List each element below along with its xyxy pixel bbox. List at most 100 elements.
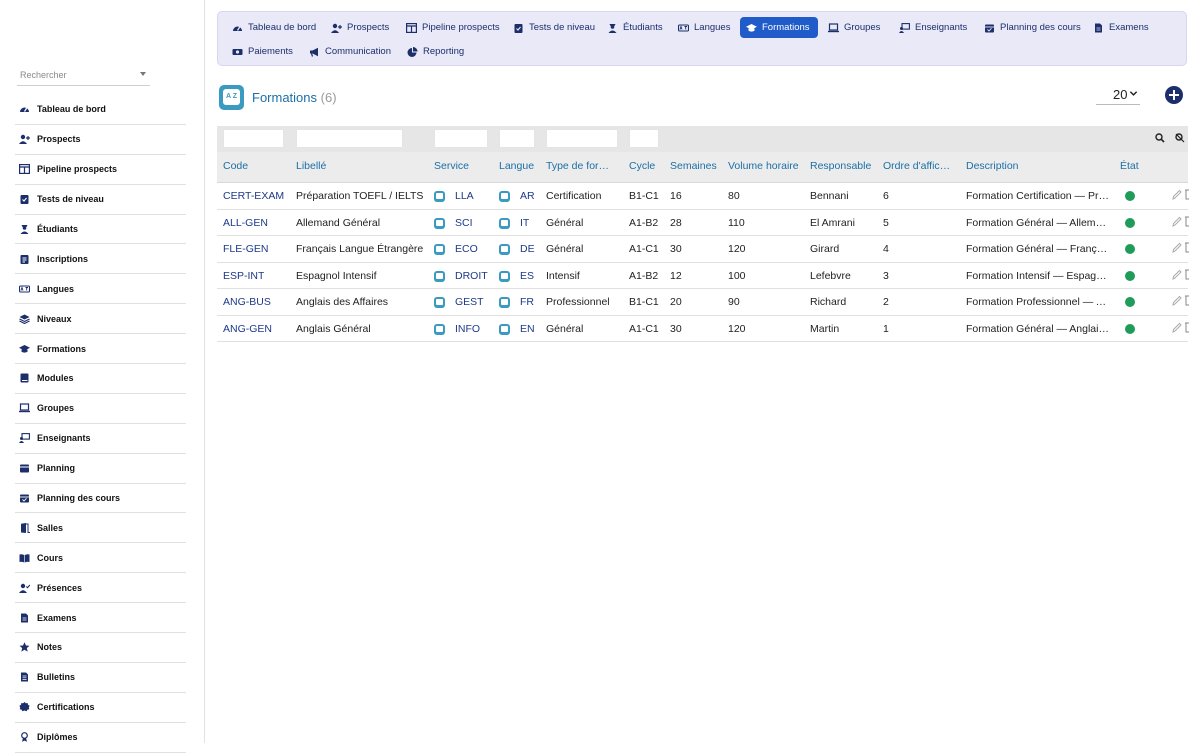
sidebar-item-label: Tests de niveau (37, 194, 104, 205)
column-header[interactable]: Cycle (629, 160, 655, 172)
sidebar-item-niveaux[interactable]: Niveaux (15, 304, 186, 335)
sidebar-item-modules[interactable]: Modules (15, 364, 186, 394)
sidebar-item-prospects[interactable]: Prospects (15, 125, 186, 155)
nav-tab-etudiants[interactable]: Étudiants (601, 17, 671, 38)
cell-langue: IT (520, 216, 530, 229)
cell-description: Formation Professionnel — Anglais des Af… (966, 296, 1109, 308)
column-filter-input[interactable] (223, 129, 284, 148)
sidebar-item-langues[interactable]: Langues (15, 274, 186, 305)
cell-langue: FR (520, 296, 534, 308)
delete-icon[interactable] (1184, 216, 1190, 227)
sidebar-item-bulletins[interactable]: Bulletins (15, 663, 186, 693)
sidebar-item-label: Examens (37, 612, 77, 623)
column-header[interactable]: Langue (499, 160, 534, 172)
column-filter-input[interactable] (546, 129, 618, 148)
edit-icon[interactable] (1172, 242, 1182, 253)
edit-icon[interactable] (1172, 189, 1182, 200)
sidebar-item-diplomes[interactable]: Diplômes (15, 723, 186, 753)
cell-code: ESP-INT (223, 269, 265, 282)
column-header[interactable]: Description (966, 160, 1019, 172)
delete-icon[interactable] (1184, 269, 1190, 280)
column-header[interactable]: Service (434, 160, 469, 172)
column-filter-input[interactable] (434, 129, 488, 148)
table-row[interactable]: ALL-GEN Allemand Général SCI IT Général A1-B2… (217, 209, 1190, 236)
column-header[interactable]: Libellé (296, 160, 326, 172)
nav-tab-langues[interactable]: Langues (672, 17, 738, 38)
sidebar-item-enseignants[interactable]: Enseignants (15, 424, 186, 454)
table-row[interactable]: FLE-GEN Français Langue Étrangère ECO DE Gén… (217, 236, 1190, 263)
delete-icon[interactable] (1184, 242, 1190, 253)
status-active-dot (1125, 297, 1135, 307)
table-row[interactable]: ESP-INT Espagnol Intensif DROIT ES Intensif A… (217, 262, 1190, 289)
edit-icon[interactable] (1172, 216, 1182, 227)
sidebar-search-select[interactable]: Rechercher (17, 66, 150, 86)
nav-tab-label: Tests de niveau (529, 22, 596, 33)
cell-libelle: Préparation TOEFL / IELTS (296, 190, 424, 202)
column-filter-input[interactable] (629, 129, 659, 148)
sidebar-item-formations[interactable]: Formations (15, 334, 186, 365)
column-header[interactable]: Code (223, 160, 248, 172)
nav-tab-tests-de-niveau[interactable]: Tests de niveau (507, 17, 603, 38)
cell-service: DROIT (455, 269, 488, 282)
column-header[interactable]: Responsable (810, 160, 871, 172)
sidebar-item-tableau-de-bord[interactable]: Tableau de bord (15, 95, 186, 125)
sidebar-item-cours[interactable]: Cours (15, 543, 186, 574)
nav-tab-prospects[interactable]: Prospects (325, 17, 397, 38)
cell-responsable: Girard (810, 243, 840, 255)
clear-search-icon[interactable] (1175, 133, 1185, 143)
sidebar-item-examens[interactable]: Examens (15, 603, 186, 634)
cell-type: Certification (546, 190, 602, 202)
sidebar-item-tests-de-niveau[interactable]: Tests de niveau (15, 185, 186, 215)
delete-icon[interactable] (1184, 322, 1190, 333)
edit-icon[interactable] (1172, 269, 1182, 280)
edit-icon[interactable] (1172, 322, 1182, 333)
sidebar-item-etudiants[interactable]: Étudiants (15, 215, 186, 245)
sidebar-item-pipeline-prospects[interactable]: Pipeline prospects (15, 155, 186, 185)
nav-tab-tableau-de-bord[interactable]: Tableau de bord (226, 17, 324, 38)
table-row[interactable]: ANG-GEN Anglais Général INFO EN Général A1-C1… (217, 315, 1190, 342)
add-record-button[interactable] (1165, 86, 1183, 104)
nav-tab-planning-des-cours[interactable]: Planning des cours (978, 17, 1089, 38)
column-header[interactable]: Volume horaire (728, 160, 799, 172)
nav-tab-formations[interactable]: Formations (740, 17, 818, 38)
open-book-icon (19, 553, 30, 563)
column-header[interactable]: Type de for… (546, 160, 609, 172)
nav-tab-examens[interactable]: Examens (1087, 17, 1157, 38)
user-plus-icon (331, 23, 342, 33)
megaphone-icon (309, 47, 320, 57)
nav-tab-communication[interactable]: Communication (303, 41, 399, 62)
table-row[interactable]: ANG-BUS Anglais des Affaires GEST FR Profess… (217, 289, 1190, 316)
page-size-select[interactable]: 20 (1096, 86, 1140, 105)
column-header[interactable]: État (1120, 160, 1139, 172)
delete-icon[interactable] (1184, 295, 1190, 306)
nav-tab-reporting[interactable]: Reporting (401, 41, 472, 62)
column-filter-input[interactable] (296, 129, 403, 148)
search-icon[interactable] (1155, 133, 1165, 143)
language-badge-icon (499, 297, 510, 308)
nav-tab-enseignants[interactable]: Enseignants (893, 17, 975, 38)
sidebar-item-notes[interactable]: Notes (15, 633, 186, 663)
sidebar-item-planning[interactable]: Planning (15, 454, 186, 484)
sidebar-item-groupes[interactable]: Groupes (15, 394, 186, 424)
record-count: (6) (320, 90, 337, 105)
sidebar-item-planning-des-cours[interactable]: Planning des cours (15, 484, 186, 514)
column-filter-input[interactable] (499, 129, 535, 148)
sidebar-item-label: Planning (37, 463, 75, 474)
table-row[interactable]: CERT-EXAM Préparation TOEFL / IELTS LLA AR C… (217, 183, 1190, 210)
sidebar-item-presences[interactable]: Présences (15, 573, 186, 604)
sidebar-item-inscriptions[interactable]: Inscriptions (15, 244, 186, 275)
column-header[interactable]: Semaines (670, 160, 717, 172)
nav-tab-pipeline-prospects[interactable]: Pipeline prospects (400, 17, 508, 38)
nav-tab-paiements[interactable]: Paiements (226, 41, 301, 62)
status-active-dot (1125, 217, 1135, 228)
sidebar-item-salles[interactable]: Salles (15, 513, 186, 544)
cell-langue: AR (520, 190, 535, 202)
edit-icon[interactable] (1172, 295, 1182, 306)
caret-down-icon[interactable] (140, 72, 146, 76)
delete-icon[interactable] (1184, 189, 1190, 200)
column-header[interactable]: Ordre d'affic… (883, 160, 950, 172)
cell-code: ANG-GEN (223, 322, 273, 335)
nav-tab-groupes[interactable]: Groupes (822, 17, 888, 38)
cell-type: Intensif (546, 269, 580, 282)
sidebar-item-certifications[interactable]: Certifications (15, 693, 186, 723)
